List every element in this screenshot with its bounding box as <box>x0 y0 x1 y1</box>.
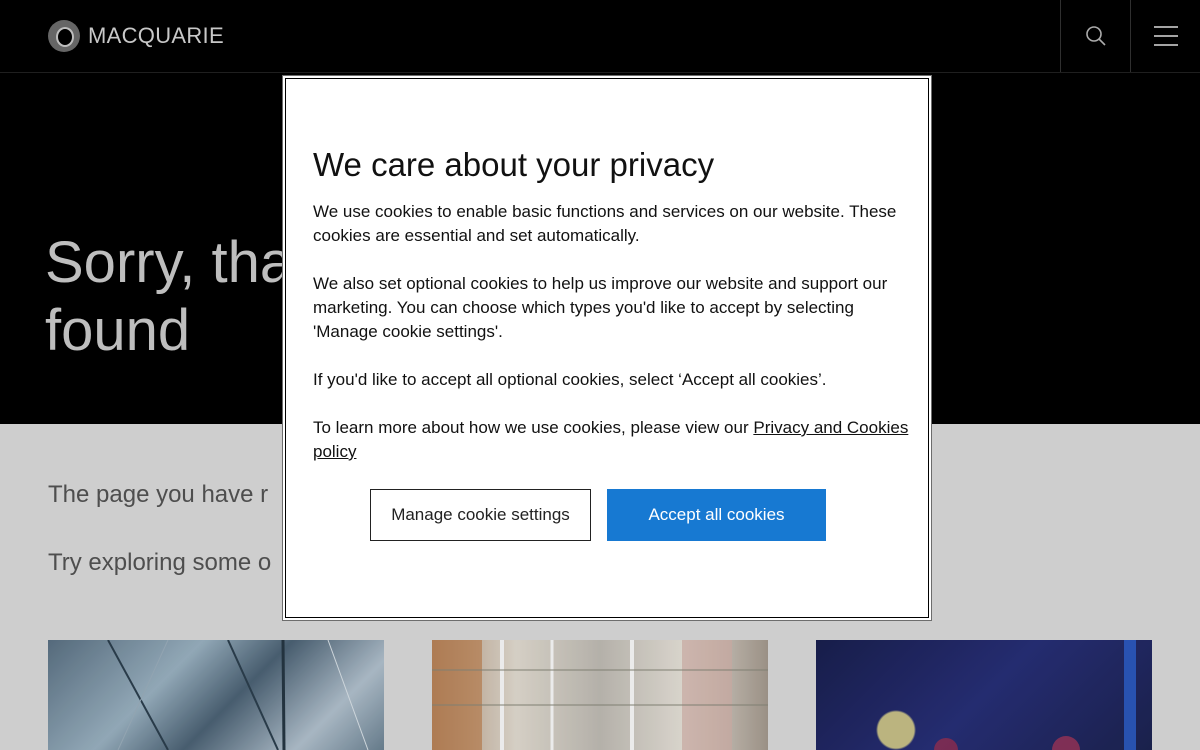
accept-all-cookies-button[interactable]: Accept all cookies <box>607 489 826 541</box>
essential-cookies-text: We use cookies to enable basic functions… <box>313 202 897 245</box>
dialog-title: We care about your privacy <box>313 146 715 183</box>
policy-text: To learn more about how we use cookies, … <box>313 416 913 464</box>
optional-cookies-text: We also set optional cookies to help us … <box>313 274 888 341</box>
manage-cookie-settings-button[interactable]: Manage cookie settings <box>370 489 591 541</box>
dialog-body: We use cookies to enable basic functions… <box>313 200 913 488</box>
accept-all-text: If you'd like to accept all optional coo… <box>313 370 827 389</box>
policy-text-prefix: To learn more about how we use cookies, … <box>313 418 754 437</box>
cookie-consent-dialog: We care about your privacy We use cookie… <box>282 75 932 621</box>
